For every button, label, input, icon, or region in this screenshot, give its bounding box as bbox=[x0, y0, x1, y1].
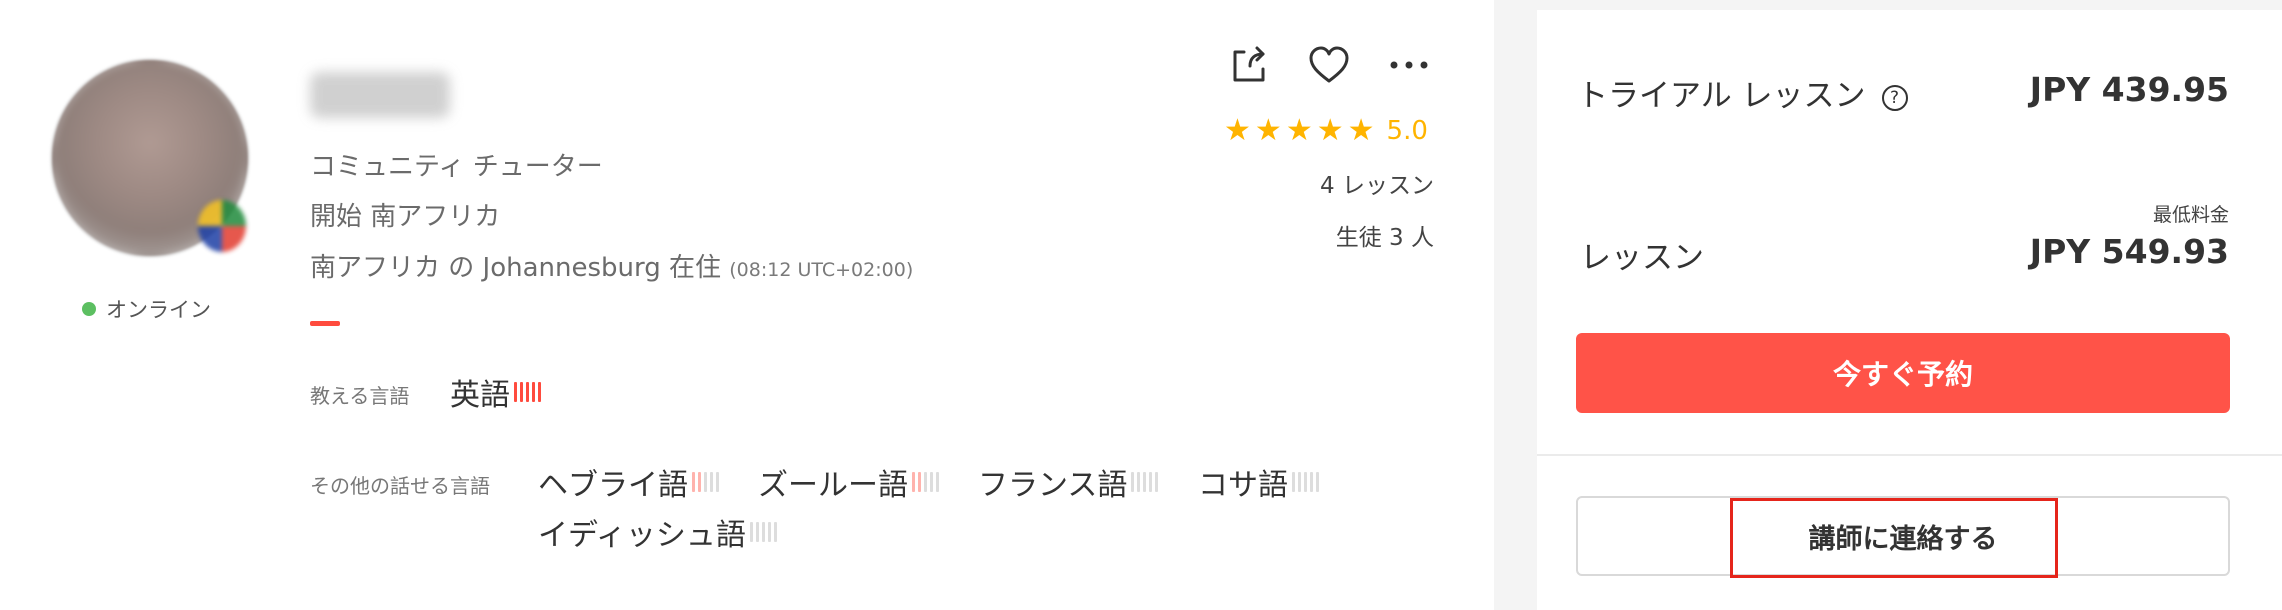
level-bar bbox=[1310, 472, 1313, 492]
language-name: ヘブライ語 bbox=[538, 468, 688, 503]
tutor-stats: 4 レッスン 生徒 3 人 bbox=[1200, 160, 1434, 280]
star-icon: ★ bbox=[1347, 113, 1375, 148]
tutor-profile-panel: オンライン コミュニティ チューター 開始 南アフリカ 南アフリカ の Joha… bbox=[0, 0, 1494, 610]
language-level-bars bbox=[912, 472, 939, 492]
level-bar bbox=[767, 522, 771, 542]
online-dot-icon bbox=[82, 302, 96, 316]
card-divider bbox=[1537, 454, 2282, 456]
share-icon[interactable] bbox=[1224, 40, 1274, 90]
other-language-xhosa: コサ語 bbox=[1198, 460, 1319, 504]
level-bar bbox=[532, 382, 535, 402]
level-bar bbox=[1292, 472, 1295, 492]
tutor-origin: 開始 南アフリカ bbox=[310, 202, 501, 232]
language-name: ズールー語 bbox=[758, 468, 908, 503]
teaching-language-name: 英語 bbox=[450, 378, 510, 413]
level-bar bbox=[1298, 472, 1301, 492]
level-bar bbox=[936, 472, 939, 492]
lesson-price: JPY 549.93 bbox=[2029, 232, 2229, 271]
trial-lesson-label: トライアル レッスン bbox=[1577, 78, 1866, 114]
language-name: フランス語 bbox=[978, 468, 1128, 503]
level-bar bbox=[538, 382, 541, 402]
level-bar bbox=[749, 522, 753, 542]
star-icon: ★ bbox=[1254, 113, 1282, 148]
level-bar bbox=[918, 472, 921, 492]
accent-divider bbox=[310, 321, 340, 326]
level-bar bbox=[761, 522, 765, 542]
tutor-role: コミュニティ チューター bbox=[310, 152, 603, 182]
level-bar bbox=[1143, 472, 1147, 492]
book-now-button[interactable]: 今すぐ予約 bbox=[1576, 333, 2230, 413]
level-bar bbox=[710, 472, 713, 492]
star-icon: ★ bbox=[1224, 113, 1251, 148]
level-bar bbox=[514, 382, 517, 402]
level-bar bbox=[1131, 472, 1135, 492]
tutor-timezone: (08:12 UTC+02:00) bbox=[729, 259, 914, 281]
tutor-name-blurred bbox=[310, 72, 450, 118]
other-language-french: フランス語 bbox=[978, 460, 1159, 504]
language-name: コサ語 bbox=[1198, 468, 1288, 503]
highlight-annotation bbox=[1730, 498, 2058, 578]
level-bar bbox=[930, 472, 933, 492]
other-language-yiddish: イディッシュ語 bbox=[538, 510, 777, 554]
level-bar bbox=[716, 472, 719, 492]
rating-stars: ★ ★ ★ ★ ★ 5.0 bbox=[1224, 113, 1428, 148]
level-bar bbox=[520, 382, 523, 402]
teaching-language: 英語 bbox=[450, 370, 541, 414]
level-bar bbox=[692, 472, 695, 492]
online-status: オンライン bbox=[82, 294, 211, 324]
level-bar bbox=[773, 522, 777, 542]
help-icon[interactable]: ? bbox=[1881, 84, 1908, 111]
level-bar bbox=[912, 472, 915, 492]
teaches-label: 教える言語 bbox=[310, 384, 410, 408]
level-bar bbox=[526, 382, 529, 402]
level-bar bbox=[1149, 472, 1153, 492]
other-language-hebrew: ヘブライ語 bbox=[538, 460, 719, 504]
level-bar bbox=[924, 472, 927, 492]
online-status-label: オンライン bbox=[106, 298, 211, 322]
level-bar bbox=[1316, 472, 1319, 492]
student-count: 生徒 3 人 bbox=[1335, 225, 1434, 251]
level-bar bbox=[704, 472, 707, 492]
language-level-bars bbox=[1292, 472, 1319, 492]
language-level-bars bbox=[1131, 472, 1159, 492]
lesson-label: レッスン bbox=[1580, 240, 1704, 276]
lesson-count: 4 レッスン bbox=[1320, 173, 1434, 199]
language-level-bars bbox=[692, 472, 719, 492]
level-bar bbox=[1155, 472, 1159, 492]
level-bar bbox=[1137, 472, 1141, 492]
other-language-zulu: ズールー語 bbox=[758, 460, 939, 504]
language-level-bars bbox=[749, 522, 777, 542]
rating-value: 5.0 bbox=[1386, 116, 1428, 146]
star-icon: ★ bbox=[1285, 113, 1313, 148]
other-languages-label: その他の話せる言語 bbox=[310, 474, 490, 498]
level-bar bbox=[755, 522, 759, 542]
level-bar bbox=[1304, 472, 1307, 492]
language-level-bars bbox=[514, 382, 541, 402]
star-icon: ★ bbox=[1316, 113, 1344, 148]
tutor-residence: 南アフリカ の Johannesburg 在住 bbox=[310, 253, 721, 283]
country-flag-icon bbox=[198, 200, 246, 252]
trial-lesson-price: JPY 439.95 bbox=[2029, 70, 2229, 109]
trial-lesson-row: トライアル レッスン? bbox=[1577, 70, 1908, 115]
more-icon[interactable] bbox=[1384, 40, 1434, 90]
tutor-residence-line: 南アフリカ の Johannesburg 在住 (08:12 UTC+02:00… bbox=[310, 247, 913, 284]
level-bar bbox=[698, 472, 701, 492]
language-name: イディッシュ語 bbox=[538, 518, 746, 553]
min-price-label: 最低料金 bbox=[2152, 204, 2229, 226]
heart-icon[interactable] bbox=[1304, 40, 1354, 90]
